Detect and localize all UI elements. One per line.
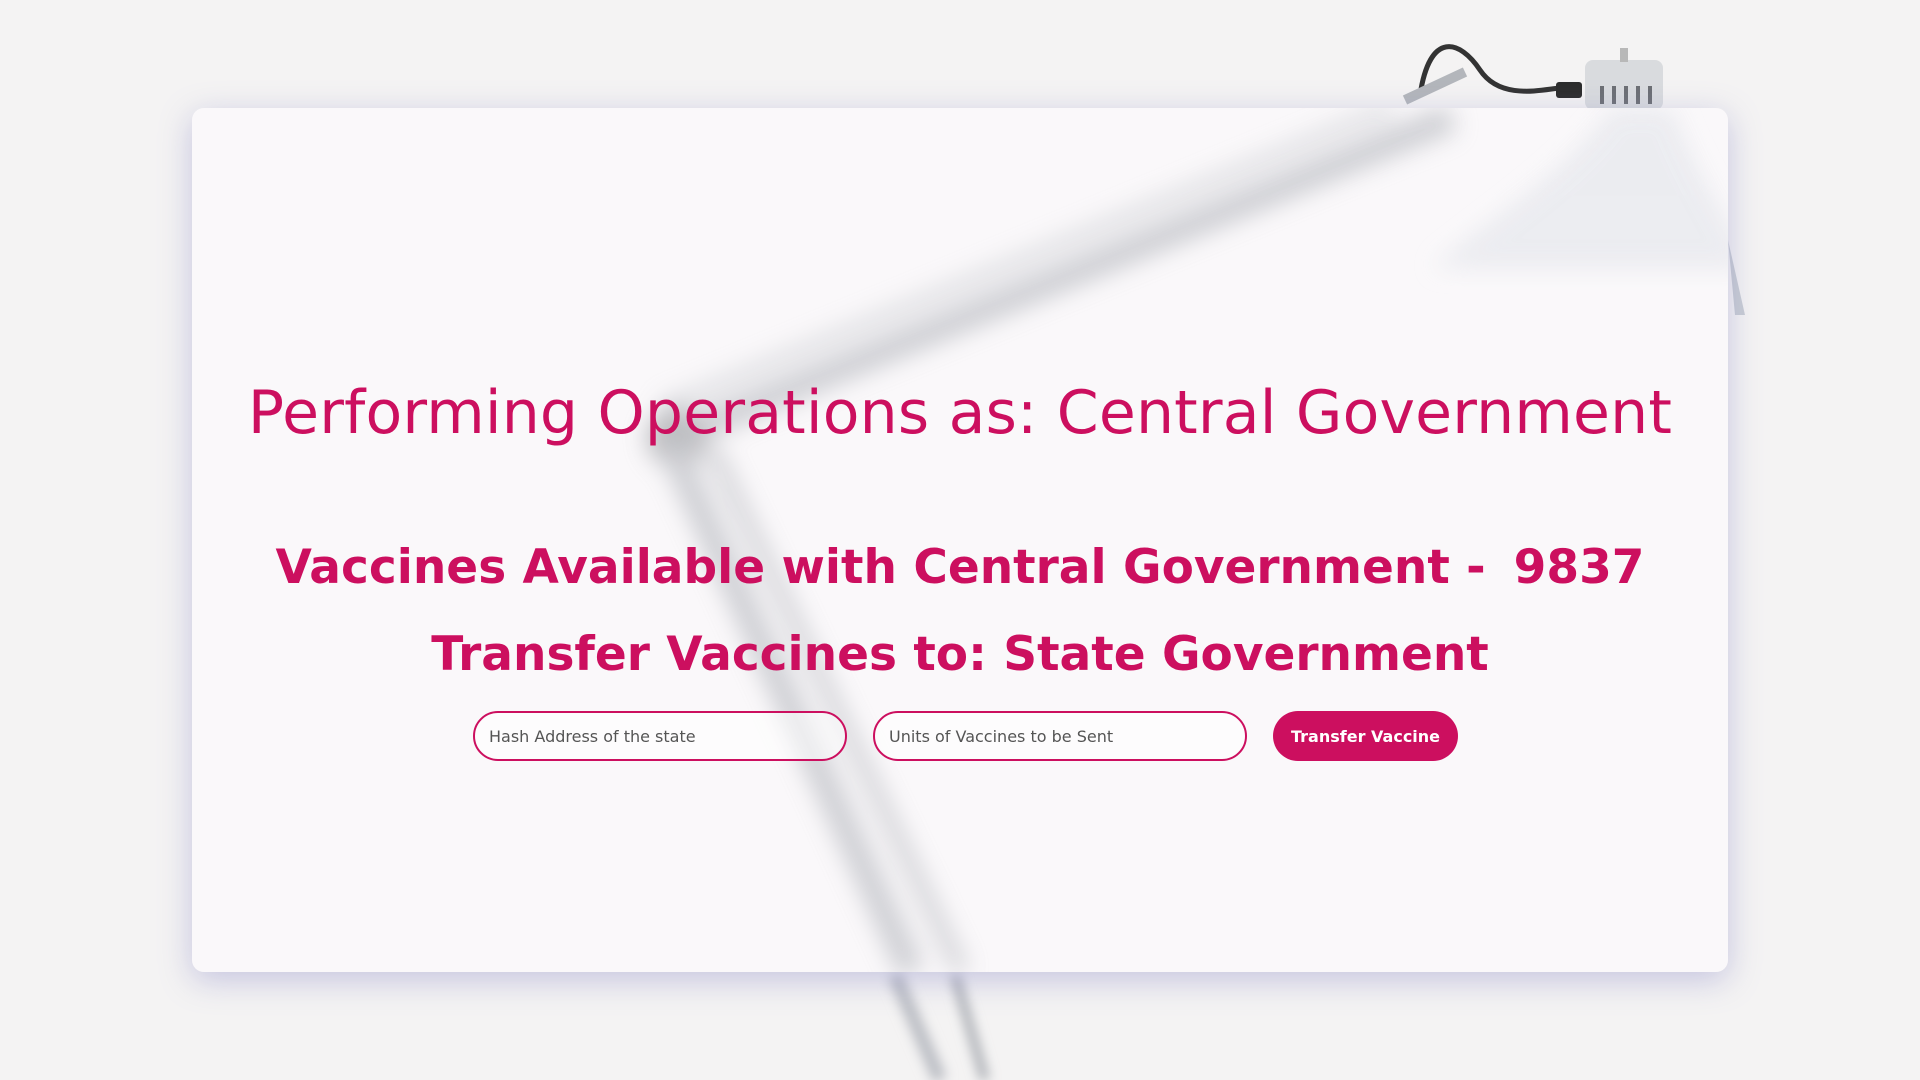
- vaccines-available-heading: Vaccines Available with Central Governme…: [192, 540, 1728, 595]
- transfer-form: Transfer Vaccine: [473, 711, 1459, 761]
- transfer-vaccine-button[interactable]: Transfer Vaccine: [1273, 711, 1459, 761]
- vaccine-units-input[interactable]: [873, 711, 1247, 761]
- vaccines-available-label: Vaccines Available with Central Governme…: [275, 540, 1486, 595]
- operations-card: Performing Operations as: Central Govern…: [192, 108, 1728, 972]
- state-address-input[interactable]: [473, 711, 847, 761]
- transfer-heading: Transfer Vaccines to: State Government: [431, 627, 1489, 682]
- vaccines-available-count: 9837: [1513, 540, 1645, 595]
- page-title: Performing Operations as: Central Govern…: [247, 378, 1673, 448]
